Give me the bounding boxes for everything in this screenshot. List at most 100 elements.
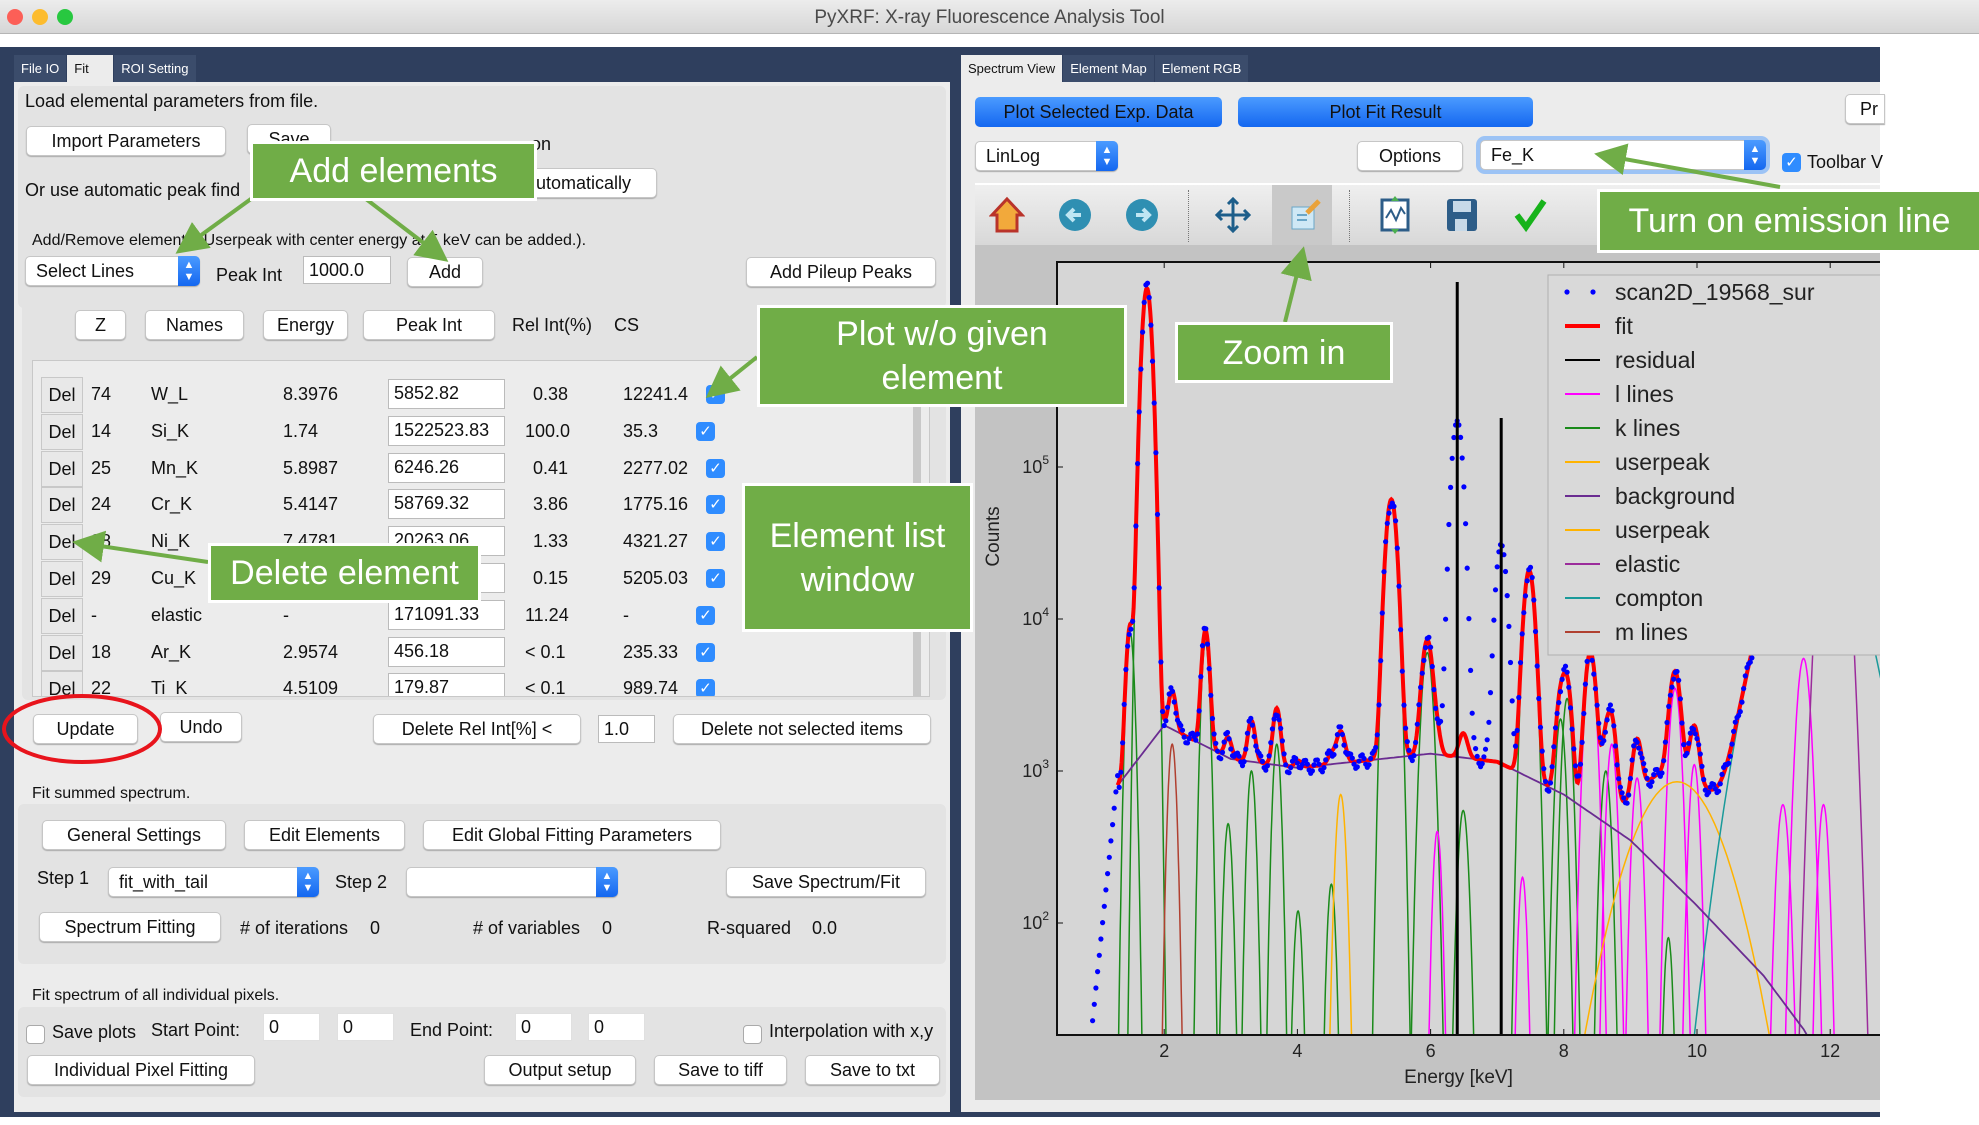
tab-spectrum-view[interactable]: Spectrum View: [961, 55, 1063, 82]
edit-elements-button[interactable]: Edit Elements: [244, 820, 405, 850]
select-lines-dropdown[interactable]: Select Lines ▲ ▼: [25, 256, 200, 286]
save-icon[interactable]: [1440, 193, 1484, 237]
start-y-input[interactable]: 0: [337, 1013, 394, 1041]
tab-element-rgb[interactable]: Element RGB: [1154, 55, 1249, 82]
home-icon[interactable]: [985, 193, 1029, 237]
data-point: [1103, 887, 1109, 893]
delete-rel-int-button[interactable]: Delete Rel Int[%] <: [373, 714, 581, 744]
output-setup-button[interactable]: Output setup: [484, 1055, 636, 1085]
step1-dropdown[interactable]: fit_with_tail ▲ ▼: [108, 867, 319, 897]
step2-dropdown[interactable]: ▲ ▼: [406, 867, 618, 897]
undo-button[interactable]: Undo: [160, 712, 242, 742]
element-checkbox[interactable]: ✓: [706, 385, 725, 404]
toolbar-visible-checkbox[interactable]: ✓: [1782, 153, 1801, 172]
general-settings-button[interactable]: General Settings: [42, 820, 226, 850]
element-checkbox[interactable]: ✓: [706, 569, 725, 588]
rel-int-threshold-input[interactable]: 1.0: [598, 715, 655, 743]
delete-not-selected-button[interactable]: Delete not selected items: [673, 714, 931, 744]
element-checkbox[interactable]: ✓: [696, 679, 715, 696]
tab-roi-setting[interactable]: ROI Setting: [114, 55, 196, 82]
pan-icon[interactable]: [1211, 193, 1255, 237]
peak-int-input[interactable]: 171091.33: [388, 599, 505, 630]
interpolation-checkbox[interactable]: [743, 1025, 762, 1044]
data-point: [1366, 762, 1372, 768]
spectrum-fitting-button[interactable]: Spectrum Fitting: [39, 912, 221, 942]
data-point: [1179, 727, 1186, 733]
end-y-input[interactable]: 0: [588, 1013, 645, 1041]
data-point: [1316, 761, 1322, 767]
plot-exp-data-button[interactable]: Plot Selected Exp. Data: [975, 97, 1222, 127]
element-checkbox[interactable]: ✓: [706, 495, 725, 515]
end-x-input[interactable]: 0: [515, 1013, 572, 1041]
delete-button[interactable]: Del: [41, 524, 83, 561]
back-icon[interactable]: [1053, 193, 1097, 237]
data-point: [1621, 795, 1627, 801]
data-point: [1532, 628, 1539, 635]
end-point-label: End Point:: [410, 1020, 494, 1040]
header-energy[interactable]: Energy: [263, 310, 348, 340]
delete-button[interactable]: Del: [41, 634, 83, 671]
save-to-txt-button[interactable]: Save to txt: [805, 1055, 940, 1085]
header-z[interactable]: Z: [75, 310, 126, 340]
check-icon[interactable]: [1508, 193, 1552, 237]
data-point: [1562, 663, 1569, 669]
save-spectrum-fit-button[interactable]: Save Spectrum/Fit: [726, 867, 926, 897]
add-remove-text: Add/Remove elements (Userpeak with cente…: [32, 232, 587, 249]
element-checkbox[interactable]: ✓: [696, 421, 715, 441]
data-point: [1681, 742, 1687, 748]
save-plots-checkbox[interactable]: [26, 1025, 45, 1044]
z-cell: 29: [91, 568, 112, 588]
data-point: [1268, 740, 1274, 746]
element-checkbox[interactable]: ✓: [706, 458, 725, 478]
delete-button[interactable]: Del: [41, 597, 83, 634]
header-peak-int[interactable]: Peak Int: [363, 310, 495, 340]
configure-subplots-icon[interactable]: [1373, 193, 1417, 237]
data-point: [1581, 710, 1587, 717]
data-point: [1559, 676, 1565, 682]
variables-label: # of variables: [473, 918, 581, 938]
data-point: [1696, 742, 1702, 748]
data-point: [1386, 510, 1392, 516]
scale-dropdown[interactable]: LinLog ▲ ▼: [975, 141, 1118, 171]
element-checkbox[interactable]: ✓: [706, 532, 725, 552]
import-parameters-button[interactable]: Import Parameters: [26, 126, 226, 156]
edit-global-parameters-button[interactable]: Edit Global Fitting Parameters: [423, 820, 721, 850]
data-point: [1571, 746, 1577, 752]
element-checkbox[interactable]: ✓: [696, 642, 715, 662]
header-names[interactable]: Names: [145, 310, 244, 340]
add-button[interactable]: Add: [407, 257, 483, 287]
peak-int-input[interactable]: 1522523.83: [388, 415, 505, 446]
peak-int-input[interactable]: 1000.0: [303, 256, 391, 284]
tab-element-map[interactable]: Element Map: [1063, 55, 1154, 82]
data-point: [1547, 780, 1554, 786]
data-point: [1448, 484, 1454, 490]
forward-icon[interactable]: [1120, 193, 1164, 237]
save-to-tiff-button[interactable]: Save to tiff: [654, 1055, 787, 1085]
delete-button[interactable]: Del: [41, 377, 83, 413]
tab-fit[interactable]: Fit: [67, 55, 114, 82]
peak-int-input[interactable]: 5852.82: [388, 379, 505, 409]
z-cell: 25: [91, 457, 112, 478]
start-x-input[interactable]: 0: [263, 1013, 320, 1041]
delete-button[interactable]: Del: [41, 561, 83, 597]
plot-fit-result-button[interactable]: Plot Fit Result: [1238, 97, 1533, 127]
print-button[interactable]: Pr: [1845, 94, 1885, 124]
emission-line-dropdown[interactable]: Fe_K ▲ ▼: [1480, 140, 1766, 170]
delete-button[interactable]: Del: [41, 487, 83, 524]
peak-int-input[interactable]: 456.18: [388, 636, 505, 667]
tab-file-io[interactable]: File IO: [14, 55, 67, 82]
peak-int-input[interactable]: 6246.26: [388, 452, 505, 483]
add-pileup-peaks-button[interactable]: Add Pileup Peaks: [746, 257, 936, 287]
peak-int-input[interactable]: 179.87: [388, 673, 505, 696]
data-point: [1418, 684, 1424, 690]
data-point: [1105, 871, 1111, 877]
callout-element-list: Element list window: [742, 483, 973, 632]
legend-label: k lines: [1615, 415, 1680, 441]
delete-button[interactable]: Del: [41, 413, 83, 450]
options-button[interactable]: Options: [1357, 141, 1463, 171]
zoom-icon[interactable]: [1283, 193, 1327, 237]
individual-pixel-fitting-button[interactable]: Individual Pixel Fitting: [27, 1055, 255, 1085]
delete-button[interactable]: Del: [41, 450, 83, 487]
peak-int-input[interactable]: 58769.32: [388, 489, 505, 520]
element-checkbox[interactable]: ✓: [696, 605, 715, 625]
